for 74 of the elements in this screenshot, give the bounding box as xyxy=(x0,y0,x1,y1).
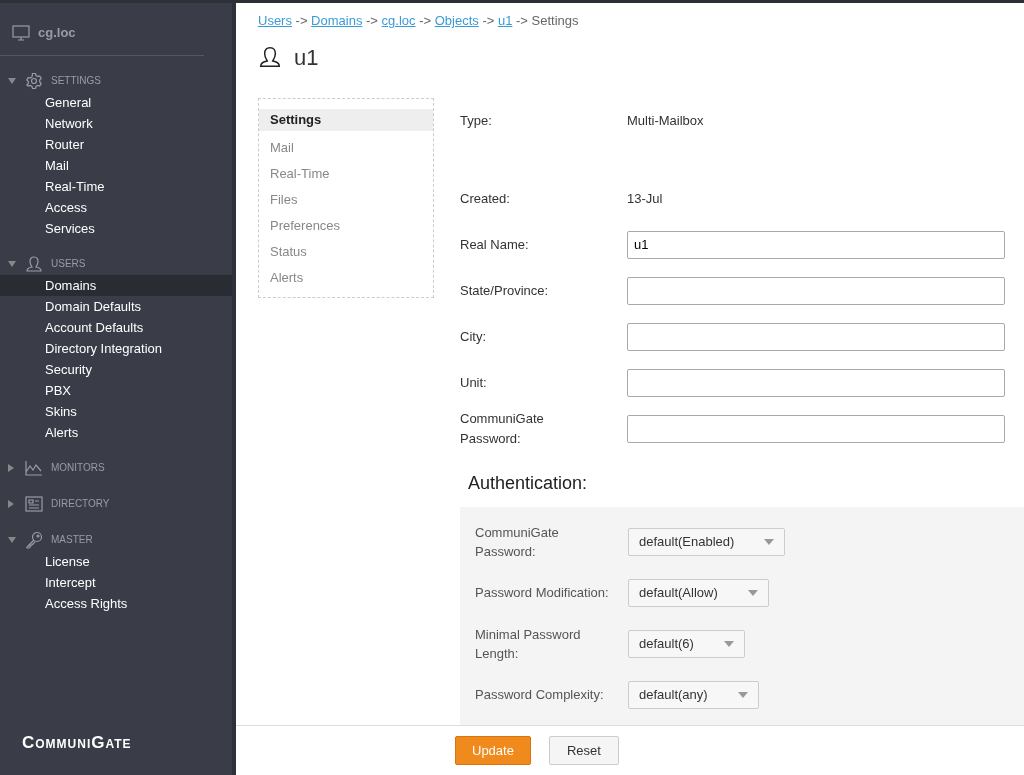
field-label: Created: xyxy=(460,189,511,208)
field-label: City: xyxy=(460,327,487,346)
user-icon xyxy=(25,254,43,273)
dropdown[interactable]: default(6) xyxy=(628,630,745,658)
sidebar-item[interactable]: Services xyxy=(0,217,232,239)
sidebar-item[interactable]: Domains xyxy=(0,274,232,296)
reset-button[interactable]: Reset xyxy=(548,735,619,766)
field-label: CommuniGate Password: xyxy=(475,523,560,561)
input-field[interactable] xyxy=(627,414,1005,443)
dropdown[interactable]: default(Enabled) xyxy=(628,528,786,556)
breadcrumb-separator: -> xyxy=(294,13,309,28)
breadcrumb-separator: -> xyxy=(481,13,496,28)
field-label: Minimal Password Length: xyxy=(475,625,582,663)
field-value: Multi-Mailbox xyxy=(627,111,704,130)
field-label: Password Modification: xyxy=(475,584,610,603)
tab[interactable]: Preferences xyxy=(259,212,433,239)
field-label: Type: xyxy=(460,111,493,130)
field-label: CommuniGate Password: xyxy=(460,410,545,448)
sidebar-item[interactable]: Access xyxy=(0,196,232,218)
sidebar-item[interactable]: Security xyxy=(0,358,232,380)
section-title[interactable]: DIRECTORY xyxy=(51,496,110,511)
tab[interactable]: Files xyxy=(259,186,433,213)
server-name: cg.loc xyxy=(38,24,76,42)
caret-icon xyxy=(737,692,748,698)
section-title[interactable]: MASTER xyxy=(51,532,93,547)
field-label: Password Complexity: xyxy=(475,686,605,705)
sidebar-item[interactable]: General xyxy=(0,91,232,113)
tab[interactable]: Mail xyxy=(259,134,433,161)
sidebar-item[interactable]: Network xyxy=(0,112,232,134)
input-field[interactable]: u1 xyxy=(627,230,1005,259)
logo: CommuniGate xyxy=(21,731,133,754)
section-title[interactable]: SETTINGS xyxy=(51,73,101,88)
sidebar-item[interactable]: Mail xyxy=(0,154,232,176)
chart-icon xyxy=(25,459,43,476)
tab[interactable]: Status xyxy=(259,238,433,265)
gear-icon xyxy=(25,71,43,90)
breadcrumb-separator: -> xyxy=(365,13,379,28)
breadcrumb-current: Settings xyxy=(531,13,579,28)
field-value: 13-Jul xyxy=(627,189,663,208)
sidebar-item[interactable]: Access Rights xyxy=(0,592,232,614)
input-field[interactable] xyxy=(627,322,1005,351)
caret-icon xyxy=(747,590,758,596)
field-label: Unit: xyxy=(460,373,488,392)
sidebar-item[interactable]: Skins xyxy=(0,400,232,422)
sidebar-item[interactable]: Domain Defaults xyxy=(0,295,232,317)
sidebar-item[interactable]: Directory Integration xyxy=(0,337,232,359)
field-label: State/Province: xyxy=(460,281,550,300)
input-field[interactable] xyxy=(627,368,1005,397)
user-icon xyxy=(258,45,282,69)
input-field[interactable] xyxy=(627,276,1005,305)
sidebar-item[interactable]: Real-Time xyxy=(0,175,232,197)
sidebar-item[interactable]: Intercept xyxy=(0,571,232,593)
page-title: u1 xyxy=(294,43,319,72)
tab[interactable]: Real-Time xyxy=(259,160,433,187)
key-icon xyxy=(25,530,43,549)
document-icon xyxy=(25,495,43,512)
tab[interactable]: Settings xyxy=(259,108,433,131)
sidebar-item[interactable]: Alerts xyxy=(0,421,232,443)
sidebar-item[interactable]: Router xyxy=(0,133,232,155)
breadcrumb-separator: -> xyxy=(418,13,433,28)
sidebar-item[interactable]: Account Defaults xyxy=(0,316,232,338)
section-heading: Authentication: xyxy=(468,471,589,495)
caret-icon xyxy=(723,641,734,647)
tab[interactable]: Alerts xyxy=(259,264,433,291)
dropdown[interactable]: default(Allow) xyxy=(628,579,769,607)
caret-icon xyxy=(764,539,775,545)
breadcrumb-separator: -> xyxy=(515,13,529,28)
sidebar-item[interactable]: PBX xyxy=(0,379,232,401)
field-label: Real Name: xyxy=(460,235,530,254)
sidebar-item[interactable]: License xyxy=(0,550,232,572)
section-title[interactable]: MONITORS xyxy=(51,460,105,475)
section-title[interactable]: USERS xyxy=(51,256,86,271)
dropdown[interactable]: default(any) xyxy=(628,681,759,709)
monitor-icon xyxy=(12,24,30,41)
